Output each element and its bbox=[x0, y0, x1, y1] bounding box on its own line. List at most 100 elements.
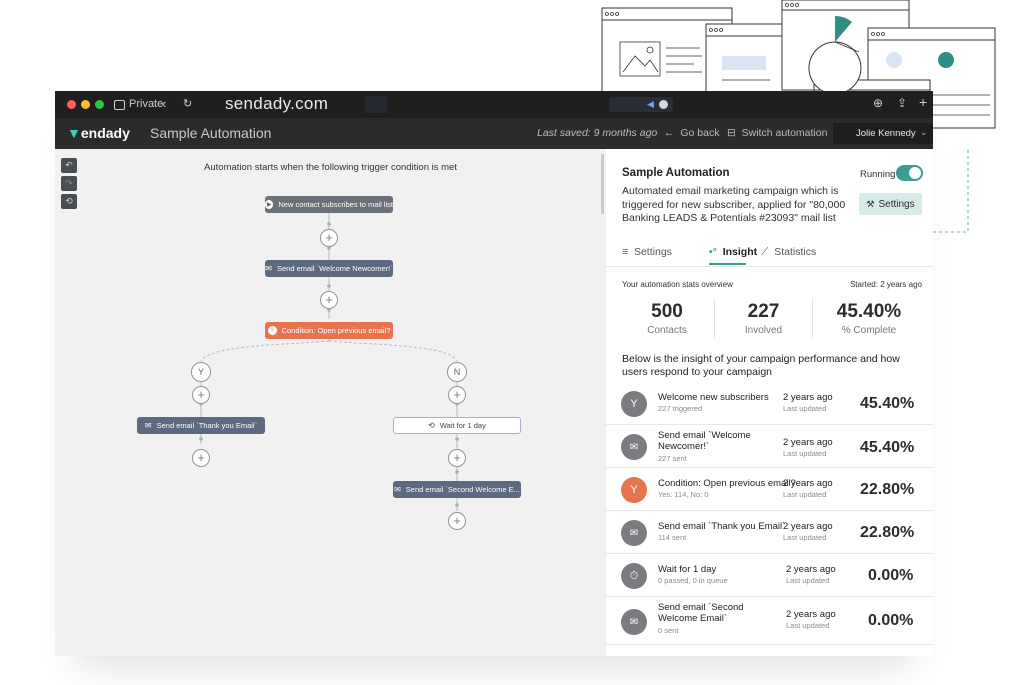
started-label: Started: 2 years ago bbox=[849, 280, 922, 289]
insight-row[interactable]: ✉ Send email `Thank you Email` 114 sent … bbox=[606, 511, 933, 554]
arrow-left-icon: ← bbox=[664, 127, 681, 139]
send-thankyou-node-label: Send email `Thank you Email` bbox=[156, 421, 258, 430]
workflow-canvas[interactable]: ↶ ↷ ⟲ Automation starts when the followi… bbox=[55, 149, 606, 656]
address-bar-url[interactable]: sendady.com bbox=[225, 94, 328, 114]
question-icon: ? bbox=[267, 326, 277, 335]
go-back-link[interactable]: ← Go back bbox=[664, 127, 719, 139]
user-menu[interactable]: Jolie Kennedy ⌄ bbox=[833, 123, 933, 144]
add-step-button[interactable]: + bbox=[448, 449, 466, 467]
media-indicator[interactable]: ◀︎ bbox=[609, 97, 673, 112]
automation-title: Sample Automation bbox=[150, 125, 272, 141]
chart-line-icon: ⟋ bbox=[761, 246, 775, 258]
minimize-window-button[interactable] bbox=[81, 100, 90, 109]
wand-icon: ⚒ bbox=[866, 198, 875, 209]
switch-automation-link[interactable]: ⊟ Switch automation bbox=[727, 127, 827, 139]
dots-icon: •° bbox=[709, 246, 723, 258]
insight-row[interactable]: ✉ Send email `Second Welcome Email` 0 se… bbox=[606, 597, 933, 645]
insight-row[interactable]: Y Welcome new subscribers 227 triggered … bbox=[606, 382, 933, 425]
row-title: Wait for 1 day bbox=[658, 564, 717, 575]
add-step-button[interactable]: + bbox=[192, 386, 210, 404]
list-icon: ≡ bbox=[622, 246, 634, 258]
stat-involved-label: Involved bbox=[744, 325, 783, 336]
row-updated-label: Last updated bbox=[786, 576, 830, 585]
stat-contacts-value: 500 bbox=[651, 301, 683, 322]
row-title: Send email `Second Welcome Email` bbox=[658, 602, 744, 624]
fork-icon: Y bbox=[621, 391, 647, 417]
trigger-node[interactable]: ▶ New contact subscribes to mail list bbox=[265, 196, 393, 213]
add-step-button[interactable]: + bbox=[320, 291, 338, 309]
speaker-icon: ◀︎ bbox=[647, 99, 654, 109]
send-thankyou-node[interactable]: ✉ Send email `Thank you Email` bbox=[137, 417, 265, 434]
toggle-knob bbox=[909, 167, 921, 179]
last-saved-text: Last saved: 9 months ago bbox=[537, 127, 658, 139]
row-percentage: 45.40% bbox=[860, 439, 915, 456]
insight-row[interactable]: Y Condition: Open previous email? Yes: 1… bbox=[606, 468, 933, 511]
stopwatch-icon: ⟲ bbox=[428, 421, 435, 430]
private-label: Private bbox=[129, 98, 164, 110]
row-updated-label: Last updated bbox=[783, 449, 827, 458]
go-back-label: Go back bbox=[680, 127, 720, 139]
close-window-button[interactable] bbox=[67, 100, 76, 109]
browser-window: Private ‹ ↻ sendady.com ◀︎ ⊕ ⇪ + ▼endady… bbox=[55, 91, 933, 656]
tab-settings[interactable]: ≡ Settings bbox=[622, 246, 672, 258]
add-step-button[interactable]: + bbox=[448, 512, 466, 530]
settings-button[interactable]: ⚒ Settings bbox=[859, 193, 922, 215]
user-name: Jolie Kennedy bbox=[856, 128, 916, 139]
no-branch-marker: N bbox=[447, 362, 467, 382]
insight-row[interactable]: ⏱ Wait for 1 day 0 passed, 0 in queue 2 … bbox=[606, 554, 933, 597]
switch-automation-label: Switch automation bbox=[741, 127, 828, 139]
switch-icon: ⊟ bbox=[727, 127, 742, 139]
row-title: Send email `Thank you Email` bbox=[658, 521, 786, 532]
tab-statistics-label: Statistics bbox=[774, 246, 817, 258]
panel-title: Sample Automation bbox=[622, 167, 730, 179]
row-time: 2 years ago bbox=[783, 392, 833, 403]
stat-involved-value: 227 bbox=[747, 301, 780, 322]
add-step-button[interactable]: + bbox=[320, 229, 338, 247]
running-toggle[interactable] bbox=[896, 165, 923, 181]
row-updated-label: Last updated bbox=[783, 404, 827, 413]
envelope-icon: ✉ bbox=[394, 485, 401, 494]
row-time: 2 years ago bbox=[786, 609, 836, 620]
row-title: Welcome new subscribers bbox=[658, 392, 769, 403]
insight-row[interactable]: ✉ Send email `Welcome Newcomer!` 227 sen… bbox=[606, 425, 933, 468]
share-icon[interactable]: ⇪ bbox=[897, 96, 907, 110]
settings-button-label: Settings bbox=[878, 198, 915, 210]
row-time: 2 years ago bbox=[786, 564, 836, 575]
workflow-connectors bbox=[199, 211, 459, 511]
send-second-node-label: Send email `Second Welcome E... bbox=[405, 485, 520, 494]
row-subtitle: 0 sent bbox=[658, 626, 679, 635]
reload-icon[interactable]: ↻ bbox=[183, 97, 192, 110]
condition-node[interactable]: ? Condition: Open previous email? bbox=[265, 322, 393, 339]
row-subtitle: Yes: 114, No: 0 bbox=[658, 490, 709, 499]
add-step-button[interactable]: + bbox=[448, 386, 466, 404]
stat-contacts-label: Contacts bbox=[647, 325, 687, 336]
send-welcome-node[interactable]: ✉ Send email `Welcome Newcomer!` bbox=[265, 260, 393, 277]
chevron-down-icon: ⌄ bbox=[920, 127, 928, 137]
new-tab-icon[interactable]: + bbox=[919, 94, 927, 110]
envelope-icon: ✉ bbox=[621, 434, 647, 460]
workflow-heading: Automation starts when the following tri… bbox=[204, 162, 457, 173]
stat-divider bbox=[812, 298, 813, 338]
wait-node[interactable]: ⟲ Wait for 1 day bbox=[393, 417, 521, 434]
add-step-button[interactable]: + bbox=[192, 449, 210, 467]
back-arrow-icon[interactable]: ‹ bbox=[162, 96, 166, 111]
active-tab-indicator bbox=[709, 263, 746, 265]
send-welcome-node-label: Send email `Welcome Newcomer!` bbox=[276, 264, 393, 273]
canvas-scrollbar[interactable] bbox=[601, 154, 604, 214]
row-time: 2 years ago bbox=[783, 437, 833, 448]
zoom-window-button[interactable] bbox=[95, 100, 104, 109]
row-subtitle: 114 sent bbox=[658, 533, 687, 542]
wait-node-label: Wait for 1 day bbox=[439, 421, 486, 430]
tab-insight[interactable]: •° Insight bbox=[709, 246, 757, 258]
sidebar-toggle-icon[interactable] bbox=[114, 100, 125, 110]
send-second-node[interactable]: ✉ Send email `Second Welcome E... bbox=[393, 481, 521, 498]
browser-toolbar: Private ‹ ↻ sendady.com ◀︎ ⊕ ⇪ + bbox=[55, 91, 933, 118]
row-time: 2 years ago bbox=[783, 478, 833, 489]
download-icon[interactable]: ⊕ bbox=[873, 96, 883, 110]
insight-intro: Below is the insight of your campaign pe… bbox=[622, 353, 900, 378]
app-header: ▼endady Sample Automation Last saved: 9 … bbox=[55, 118, 933, 149]
brand-logo[interactable]: ▼endady bbox=[67, 125, 130, 141]
tab-statistics[interactable]: ⟋ Statistics bbox=[761, 246, 816, 259]
row-percentage: 22.80% bbox=[860, 481, 915, 498]
tab-settings-label: Settings bbox=[633, 246, 672, 258]
